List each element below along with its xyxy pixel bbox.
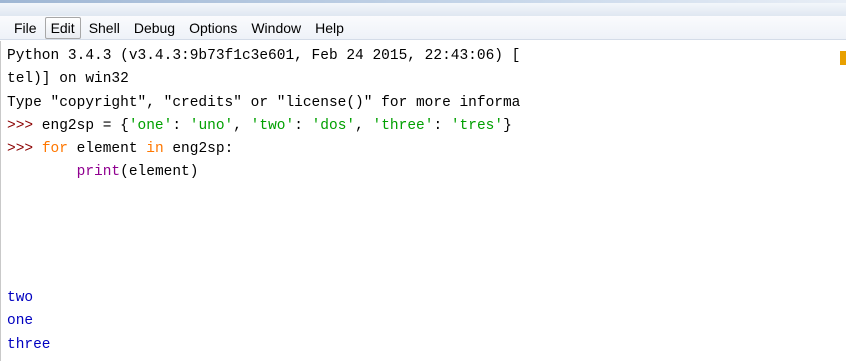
menu-help[interactable]: Help <box>309 17 350 39</box>
code-text: } <box>503 118 512 134</box>
code-text: : <box>294 118 312 134</box>
output-line: two <box>7 290 34 306</box>
menu-file[interactable]: File <box>8 17 43 39</box>
code-text: eng2sp: <box>163 141 234 157</box>
string-literal: 'one' <box>128 118 173 134</box>
command-line-2: >>> for element in eng2sp: <box>7 141 233 157</box>
code-text: eng2sp = { <box>33 118 129 134</box>
code-text: , <box>355 118 373 134</box>
code-text: (element) <box>120 164 199 180</box>
output-line: three <box>7 337 51 353</box>
string-literal: 'three' <box>372 118 434 134</box>
menu-edit[interactable]: Edit <box>44 16 81 39</box>
menu-bar: File Edit Shell Debug Options Window Hel… <box>0 16 846 40</box>
edge-highlight-mark <box>840 51 846 65</box>
command-line-1: >>> eng2sp = {'one': 'uno', 'two': 'dos'… <box>7 118 512 134</box>
menu-shell[interactable]: Shell <box>83 17 126 39</box>
title-strip-rim <box>0 0 846 3</box>
code-text: element <box>67 141 147 157</box>
string-literal: 'two' <box>250 118 295 134</box>
menu-options[interactable]: Options <box>183 17 243 39</box>
banner-line-3: Type "copyright", "credits" or "license(… <box>7 95 521 111</box>
window-title-strip <box>0 0 846 16</box>
shell-text-area[interactable]: Python 3.4.3 (v3.4.3:9b73f1c3e601, Feb 2… <box>0 41 846 361</box>
banner-line-1: Python 3.4.3 (v3.4.3:9b73f1c3e601, Feb 2… <box>7 48 521 64</box>
code-text: , <box>233 118 251 134</box>
menu-debug[interactable]: Debug <box>128 17 181 39</box>
command-line-3: print(element) <box>7 164 199 180</box>
code-text: : <box>172 118 190 134</box>
code-text: : <box>433 118 451 134</box>
string-literal: 'dos' <box>311 118 356 134</box>
output-line: one <box>7 313 34 329</box>
keyword-for: for <box>41 141 68 157</box>
shell-prompt: >>> <box>7 118 34 134</box>
keyword-in: in <box>146 141 164 157</box>
shell-prompt: >>> <box>7 141 34 157</box>
string-literal: 'uno' <box>189 118 234 134</box>
string-literal: 'tres' <box>450 118 504 134</box>
menu-window[interactable]: Window <box>245 17 307 39</box>
builtin-print: print <box>76 164 121 180</box>
banner-line-2: tel)] on win32 <box>7 71 129 87</box>
